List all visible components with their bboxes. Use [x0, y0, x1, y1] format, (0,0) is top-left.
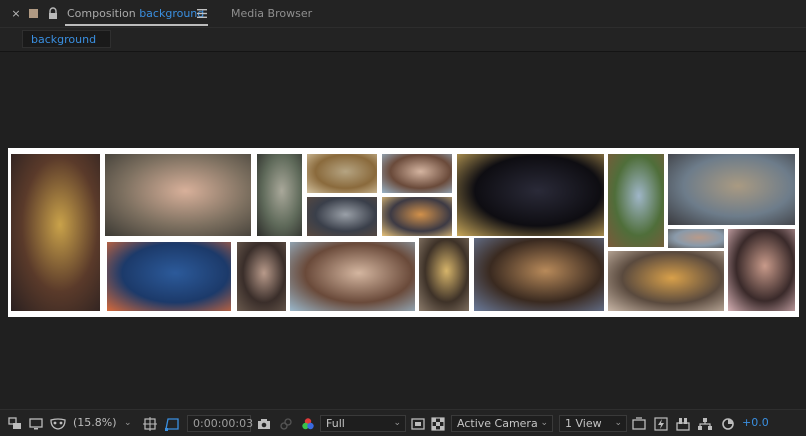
photo-girl-mask-face: [382, 154, 452, 193]
photo-girl-lake-view: [668, 229, 724, 248]
photo-green-trees-sky: [608, 154, 664, 247]
panel-menu-icon[interactable]: [197, 9, 207, 18]
timeline-icon[interactable]: [676, 410, 690, 436]
resolution-select[interactable]: Full ⌄: [320, 415, 406, 432]
fast-preview-lightning-icon[interactable]: [654, 410, 668, 436]
lock-icon[interactable]: [47, 7, 59, 20]
panel-tab-bar: × Composition background Media Browser: [0, 0, 806, 28]
show-snapshot-icon[interactable]: [279, 410, 293, 436]
photo-hooded-figure-tree: [237, 242, 286, 311]
magnification-ratio[interactable]: (15.8%): [73, 416, 117, 429]
title-action-safe-icon[interactable]: [143, 410, 157, 436]
photo-two-girls-masks: [290, 242, 415, 311]
viewer-controls-bar: (15.8%) ⌄ 0:00:00:03 Full ⌄ Active Camer…: [0, 409, 806, 436]
photo-girl-pink-sweater: [728, 229, 795, 311]
active-tab-underline: [65, 24, 208, 26]
photo-girl-yellow-car: [608, 251, 724, 311]
composition-tab-label: Composition background: [67, 7, 204, 20]
photo-hands-in-car: [307, 197, 377, 236]
snapshot-camera-icon[interactable]: [257, 410, 271, 436]
photo-girl-lying-car-seat: [105, 154, 251, 236]
photo-sunset-clouds: [382, 197, 452, 236]
photo-girl-yellow-scarf: [419, 238, 469, 311]
tab-media-browser[interactable]: Media Browser: [231, 7, 312, 20]
reset-exposure-icon[interactable]: [721, 410, 735, 436]
magnification-caret-icon[interactable]: ⌄: [124, 418, 132, 428]
channel-color-icon[interactable]: [301, 410, 315, 436]
composition-tab-prefix: Composition: [67, 7, 136, 20]
resolution-caret-icon: ⌄: [393, 418, 401, 428]
breadcrumb[interactable]: background: [22, 30, 111, 48]
photo-girl-corgi-floor: [474, 238, 604, 311]
resolution-value: Full: [326, 417, 345, 430]
composition-tab-name: background: [139, 7, 205, 20]
composition-navigator-bar: background: [0, 28, 806, 52]
photo-dry-grass-field: [307, 154, 377, 193]
mask-visibility-icon[interactable]: [50, 410, 66, 436]
photo-coastal-cliff-girl: [668, 154, 795, 225]
view-layout-value: 1 View: [565, 417, 602, 430]
region-of-interest-icon[interactable]: [165, 410, 179, 436]
current-time-display[interactable]: 0:00:00:03: [187, 415, 253, 432]
camera-caret-icon: ⌄: [540, 418, 548, 428]
camera-value: Active Camera: [457, 417, 538, 430]
exposure-value[interactable]: +0.0: [742, 416, 769, 429]
composition-viewer[interactable]: [0, 52, 806, 409]
transparency-grid-icon[interactable]: [431, 410, 445, 436]
close-panel-icon[interactable]: ×: [11, 8, 21, 20]
always-preview-icon[interactable]: [8, 410, 22, 436]
photo-koi-pond: [107, 242, 231, 311]
toggle-pixel-aspect-icon[interactable]: [632, 410, 646, 436]
breadcrumb-label: background: [31, 33, 97, 46]
photo-person-walking-path: [257, 154, 302, 236]
camera-select[interactable]: Active Camera ⌄: [451, 415, 553, 432]
composition-canvas[interactable]: [8, 148, 799, 317]
monitor-icon[interactable]: [29, 410, 43, 436]
label-color-swatch[interactable]: [29, 9, 38, 18]
view-layout-caret-icon: ⌄: [614, 418, 622, 428]
photo-dogs-night-street: [457, 154, 604, 236]
view-layout-select[interactable]: 1 View ⌄: [559, 415, 627, 432]
photo-girl-bear-hat-selfie: [11, 154, 100, 311]
flowchart-icon[interactable]: [698, 410, 712, 436]
fast-previews-icon[interactable]: [411, 410, 425, 436]
